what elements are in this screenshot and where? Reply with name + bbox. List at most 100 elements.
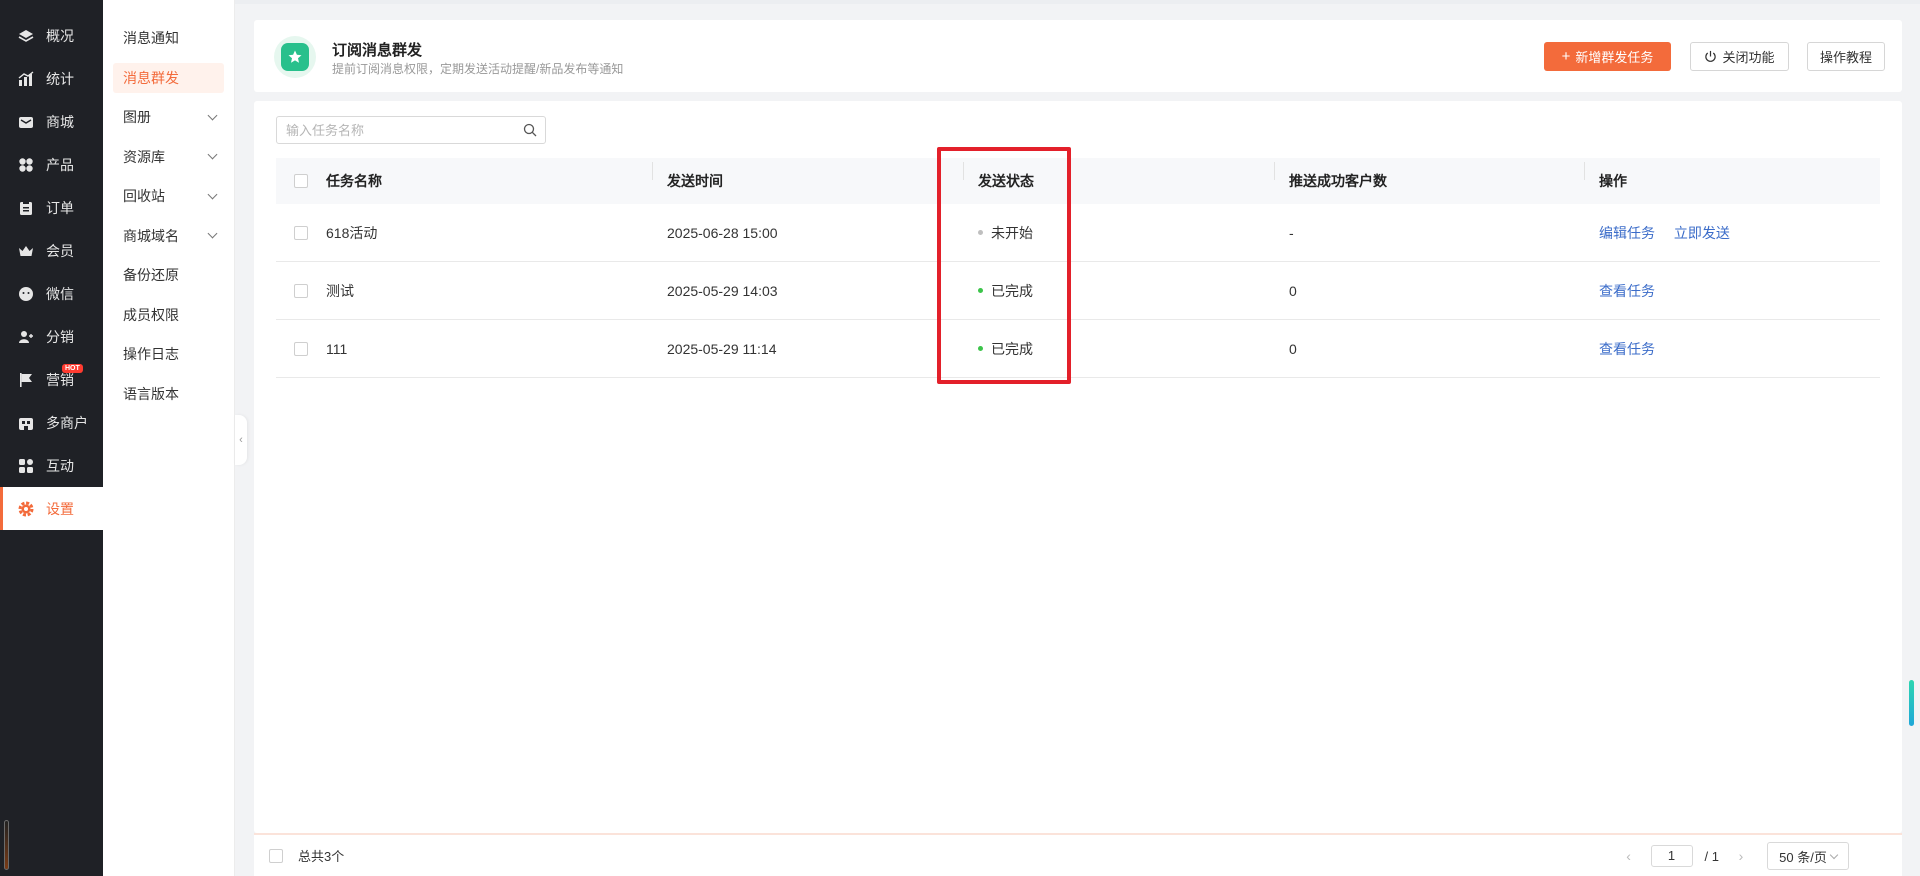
send-time: 2025-05-29 14:03 <box>667 282 778 299</box>
rail-item-settings[interactable]: 设置 <box>0 487 103 530</box>
send-status: 未开始 <box>963 223 1274 243</box>
column-header-name: 任务名称 <box>326 173 382 189</box>
rail-item-wechat[interactable]: 微信 <box>0 272 103 315</box>
rail-label: 多商户 <box>46 414 88 431</box>
plus-icon: + <box>1561 48 1571 65</box>
success-count: - <box>1289 224 1294 241</box>
chevron-down-icon <box>207 110 218 120</box>
chevron-left-icon: ‹ <box>239 434 243 446</box>
rail-item-orders[interactable]: 订单 <box>0 186 103 229</box>
select-all-checkbox[interactable] <box>294 174 308 188</box>
rail-label: 会员 <box>46 242 74 259</box>
column-header-actions: 操作 <box>1584 162 1880 191</box>
rail-item-mall[interactable]: 商城 <box>0 100 103 143</box>
table-footer: 总共3个 ‹ 1 / 1 › 50 条/页 <box>254 833 1902 876</box>
new-broadcast-task-button[interactable]: + 新增群发任务 <box>1544 42 1671 71</box>
row-checkbox[interactable] <box>294 283 308 298</box>
status-dot <box>978 346 983 352</box>
mail-icon <box>16 112 36 132</box>
rail-label: 分销 <box>46 328 74 345</box>
page-subtitle: 提前订阅消息权限，定期发送活动提醒/新品发布等通知 <box>332 62 624 76</box>
send-status: 已完成 <box>963 339 1274 359</box>
view-task-link[interactable]: 查看任务 <box>1599 283 1655 299</box>
sub-item-message-broadcast[interactable]: 消息群发 <box>113 62 224 93</box>
row-actions: 查看任务 <box>1584 339 1880 359</box>
rail-item-multi-merchant[interactable]: 多商户 <box>0 401 103 444</box>
table-header: 任务名称 发送时间 发送状态 推送成功客户数 操作 <box>276 158 1880 204</box>
chevron-down-icon <box>1829 850 1839 859</box>
scrollbar-thumb[interactable] <box>1909 680 1914 726</box>
rail-item-products[interactable]: 产品 <box>0 143 103 186</box>
layers-icon <box>16 26 36 46</box>
rail-label: 微信 <box>46 285 74 302</box>
chevron-down-icon <box>207 149 218 160</box>
rail-item-stats[interactable]: 统计 <box>0 57 103 100</box>
rail-item-interaction[interactable]: 互动 <box>0 444 103 487</box>
sub-item-language-version[interactable]: 语言版本 <box>113 379 224 409</box>
chart-icon <box>16 69 36 89</box>
broadcast-logo <box>274 36 316 78</box>
row-checkbox[interactable] <box>294 225 308 240</box>
main-nav-rail: 概况 统计 商城 产品 订单 会员 微信 分销 营销 HOT 多商户 互动 设置 <box>0 0 103 876</box>
store-icon <box>16 413 36 433</box>
footer-select-all-checkbox[interactable] <box>269 848 283 863</box>
table-row: 111 2025-05-29 11:14 已完成 0 查看任务 <box>276 320 1880 378</box>
sub-item-recycle-bin[interactable]: 回收站 <box>113 181 224 211</box>
flag-icon <box>16 370 36 390</box>
task-search-input[interactable] <box>277 117 512 143</box>
page-header: 订阅消息群发 提前订阅消息权限，定期发送活动提醒/新品发布等通知 + 新增群发任… <box>254 20 1902 92</box>
edit-task-link[interactable]: 编辑任务 <box>1599 225 1655 241</box>
table-row: 618活动 2025-06-28 15:00 未开始 - 编辑任务 立即发送 <box>276 204 1880 262</box>
search-icon[interactable] <box>523 123 537 137</box>
close-feature-button[interactable]: 关闭功能 <box>1690 42 1789 71</box>
row-checkbox[interactable] <box>294 341 308 356</box>
rail-item-distribution[interactable]: 分销 <box>0 315 103 358</box>
sub-item-member-permissions[interactable]: 成员权限 <box>113 300 224 330</box>
send-now-link[interactable]: 立即发送 <box>1674 225 1730 241</box>
task-list-panel: 任务名称 发送时间 发送状态 推送成功客户数 操作 618活动 2025-06-… <box>254 101 1902 833</box>
hot-badge: HOT <box>62 364 83 373</box>
pagination: ‹ 1 / 1 › 50 条/页 <box>1619 842 1849 870</box>
send-status: 已完成 <box>963 281 1274 301</box>
wechat-icon <box>16 284 36 304</box>
page-number-input[interactable]: 1 <box>1650 845 1693 867</box>
page-title: 订阅消息群发 <box>332 42 423 59</box>
sub-item-album[interactable]: 图册 <box>113 102 224 132</box>
rail-item-marketing[interactable]: 营销 HOT <box>0 358 103 401</box>
sub-item-mall-domain[interactable]: 商城域名 <box>113 221 224 251</box>
chevron-down-icon <box>207 228 218 239</box>
column-header-success-count: 推送成功客户数 <box>1274 162 1584 191</box>
next-page-button[interactable]: › <box>1731 848 1751 864</box>
rail-label: 商城 <box>46 113 74 130</box>
rail-label: 统计 <box>46 70 74 87</box>
rail-item-overview[interactable]: 概况 <box>0 14 103 57</box>
task-table: 任务名称 发送时间 发送状态 推送成功客户数 操作 618活动 2025-06-… <box>276 158 1880 378</box>
sub-item-backup-restore[interactable]: 备份还原 <box>113 260 224 290</box>
sub-item-resource-library[interactable]: 资源库 <box>113 142 224 172</box>
sub-item-message-notify[interactable]: 消息通知 <box>113 23 224 53</box>
rail-label: 概况 <box>46 27 74 44</box>
task-name: 111 <box>326 340 348 357</box>
status-dot <box>978 288 983 294</box>
rail-label: 互动 <box>46 457 74 474</box>
status-dot <box>978 230 983 236</box>
page-size-select[interactable]: 50 条/页 <box>1767 842 1849 870</box>
success-count: 0 <box>1289 282 1297 299</box>
task-name: 测试 <box>326 282 354 299</box>
tutorial-button[interactable]: 操作教程 <box>1807 42 1885 71</box>
rail-label: 设置 <box>46 500 74 517</box>
prev-page-button[interactable]: ‹ <box>1619 848 1639 864</box>
rail-item-members[interactable]: 会员 <box>0 229 103 272</box>
collapse-sidebar-handle[interactable]: ‹ <box>235 415 247 465</box>
rail-label: 产品 <box>46 156 74 173</box>
total-count: 总共3个 <box>298 849 345 864</box>
sub-item-operation-log[interactable]: 操作日志 <box>113 339 224 369</box>
crown-icon <box>16 241 36 261</box>
row-actions: 查看任务 <box>1584 281 1880 301</box>
clipboard-icon <box>16 198 36 218</box>
grid-icon <box>16 155 36 175</box>
apps-icon <box>16 456 36 476</box>
view-task-link[interactable]: 查看任务 <box>1599 341 1655 357</box>
gear-icon <box>16 499 36 519</box>
row-actions: 编辑任务 立即发送 <box>1584 223 1880 243</box>
